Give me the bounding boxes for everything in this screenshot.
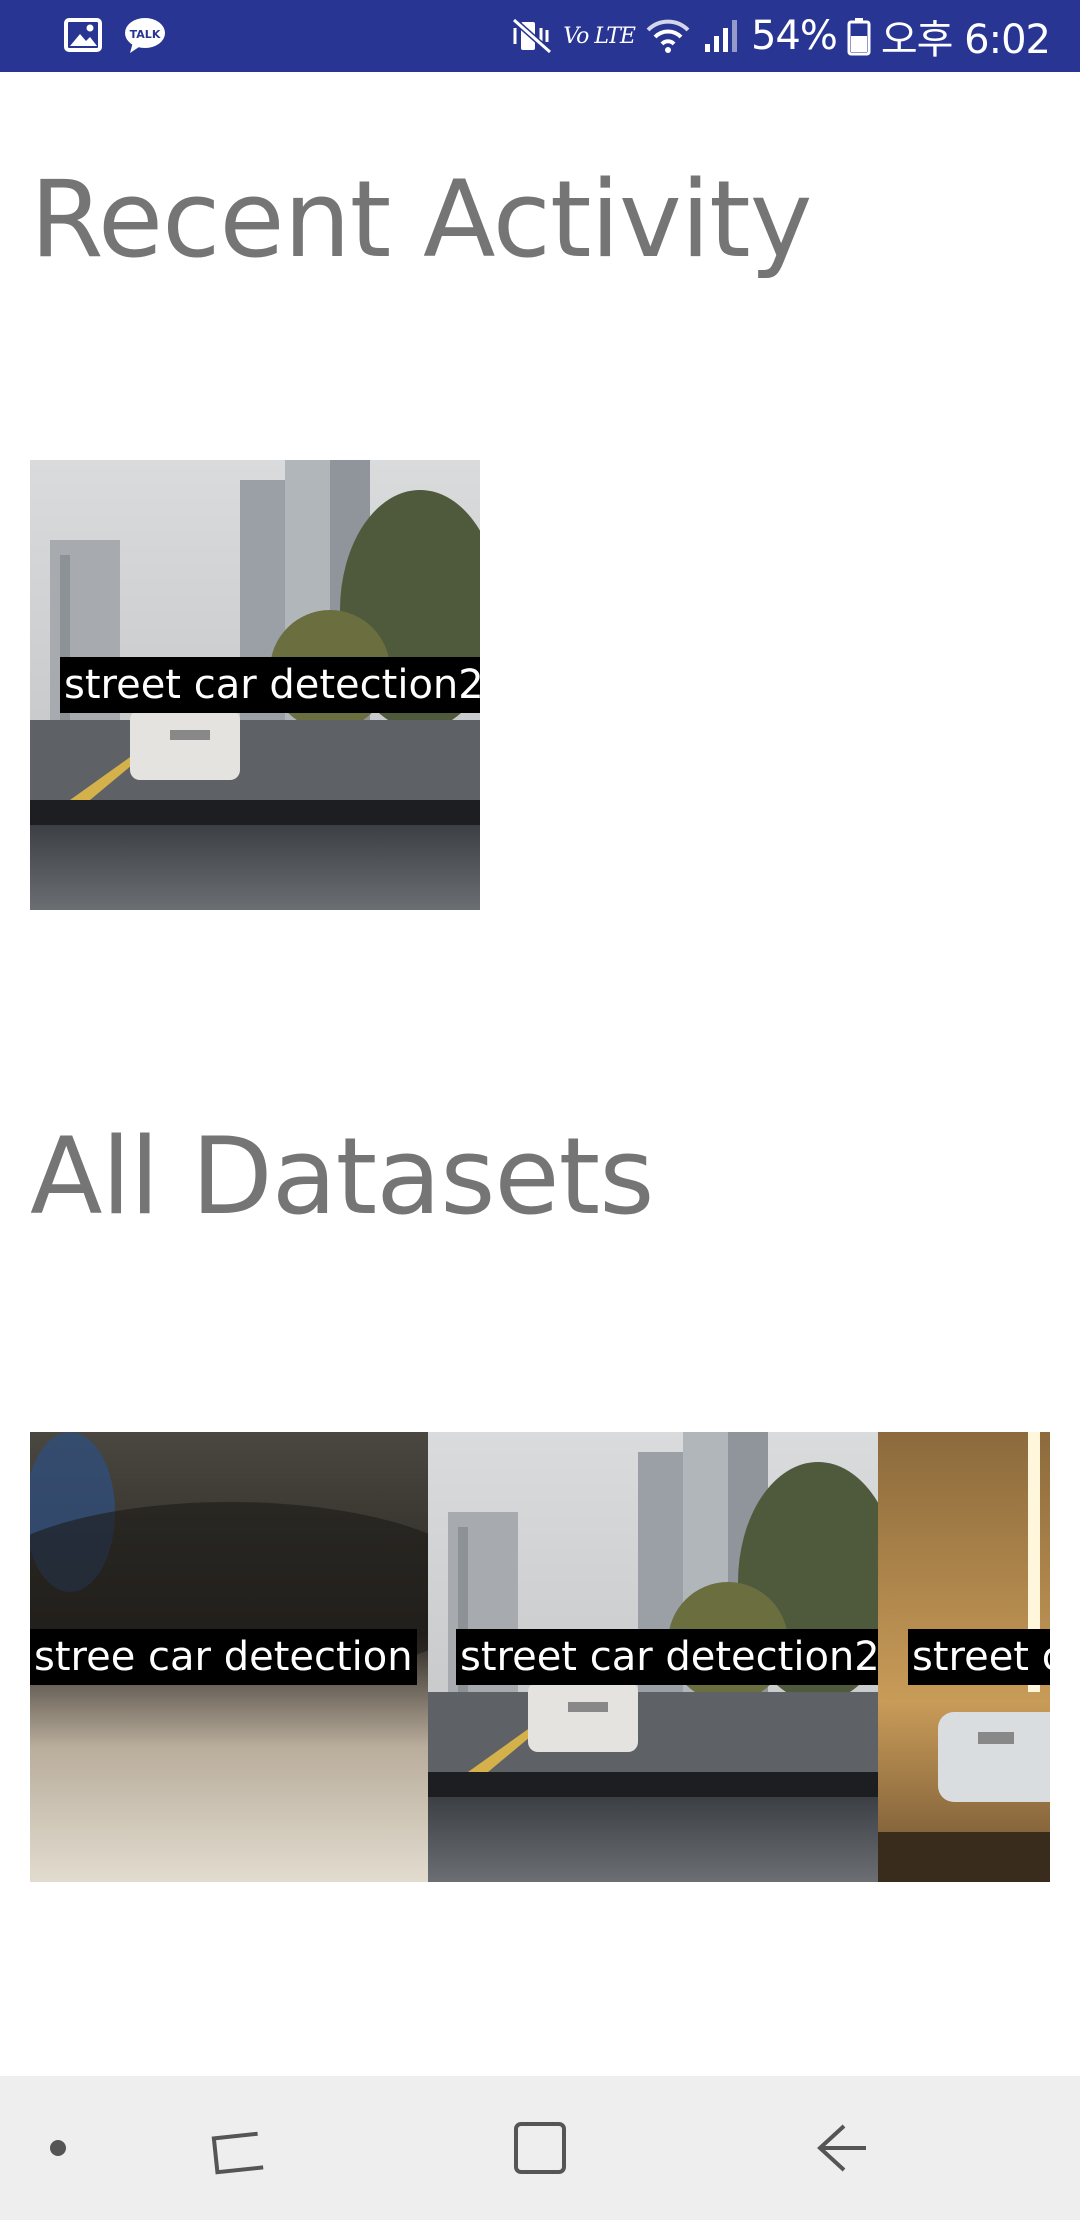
kakaotalk-icon-text: TALK bbox=[130, 28, 161, 41]
dataset-card[interactable]: street car detection2 bbox=[428, 1432, 878, 1882]
mute-vibrate-icon bbox=[512, 17, 553, 55]
signal-icon bbox=[704, 20, 737, 52]
status-left-icons: TALK bbox=[64, 16, 166, 54]
status-right-icons: Vo LTE 54% 오후 6:02 bbox=[511, 6, 1051, 66]
back-icon[interactable] bbox=[782, 2076, 902, 2220]
status-bar: TALK Vo LTE 54% 오후 6:02 bbox=[0, 0, 1080, 72]
battery-percent: 54% bbox=[750, 13, 838, 59]
dataset-label: stree car detection bbox=[30, 1629, 417, 1685]
dataset-card[interactable]: street c bbox=[878, 1432, 1050, 1882]
datasets-carousel[interactable]: stree car detection street car detection… bbox=[30, 1432, 1050, 1882]
dataset-label: street c bbox=[908, 1629, 1050, 1685]
wifi-icon bbox=[646, 19, 690, 53]
volte-icon: Vo LTE bbox=[563, 23, 636, 49]
app-screen: TALK Vo LTE 54% 오후 6:02 Recent Activity … bbox=[0, 0, 1080, 2220]
dataset-label: street car detection2 bbox=[456, 1629, 878, 1685]
home-icon[interactable] bbox=[480, 2076, 600, 2220]
gallery-icon bbox=[64, 18, 102, 52]
dataset-card[interactable]: stree car detection bbox=[30, 1432, 428, 1882]
recent-activity-title: Recent Activity bbox=[30, 158, 812, 281]
kakaotalk-icon: TALK bbox=[125, 18, 165, 53]
dataset-label: street car detection2 bbox=[60, 657, 480, 713]
battery-icon bbox=[847, 18, 871, 56]
all-datasets-title: All Datasets bbox=[30, 1115, 654, 1238]
recent-apps-icon[interactable] bbox=[177, 2076, 297, 2220]
recent-dataset-card[interactable]: street car detection2 bbox=[30, 460, 480, 910]
status-time: 오후 6:02 bbox=[880, 17, 1051, 63]
navigation-bar bbox=[0, 2076, 1080, 2220]
dot-indicator-icon[interactable] bbox=[0, 2076, 116, 2220]
